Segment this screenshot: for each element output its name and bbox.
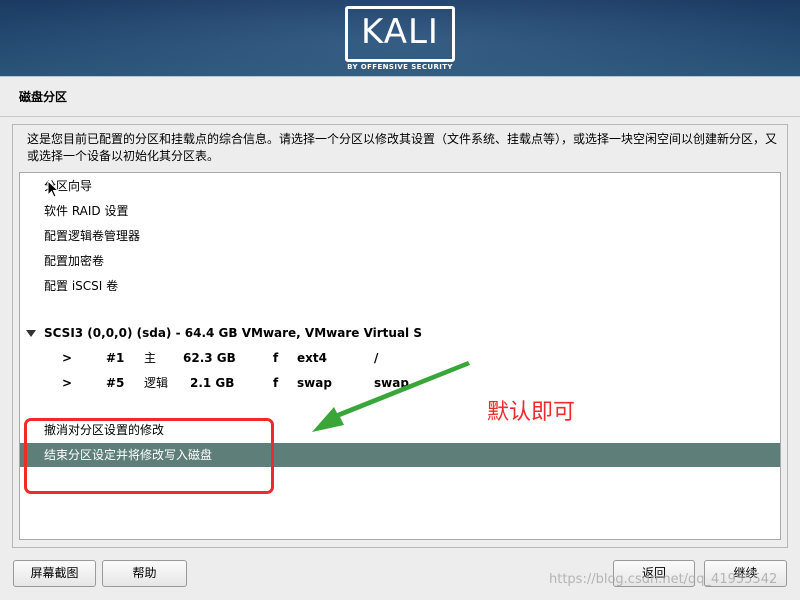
mouse-cursor-icon <box>47 180 59 198</box>
partition-flag: f <box>273 351 279 365</box>
menu-item-encrypted-volumes[interactable]: 配置加密卷 <box>20 249 780 273</box>
disk-label: SCSI3 (0,0,0) (sda) - 64.4 GB VMware, VM… <box>44 326 422 340</box>
screenshot-button[interactable]: 屏幕截图 <box>13 560 96 587</box>
logo-text: KALI <box>361 12 439 52</box>
partition-size: 62.3 GB <box>183 351 236 365</box>
partition-number: #5 <box>106 376 125 390</box>
partition-flag: f <box>273 376 279 390</box>
watermark: https://blog.csdn.net/qq_41955542 <box>549 572 778 587</box>
banner-divider <box>0 76 800 77</box>
kali-banner: KALI BY OFFENSIVE SECURITY <box>0 0 800 76</box>
menu-item-lvm[interactable]: 配置逻辑卷管理器 <box>20 224 780 248</box>
menu-item-label: 软件 RAID 设置 <box>44 204 129 218</box>
menu-item-iscsi[interactable]: 配置 iSCSI 卷 <box>20 274 780 298</box>
partition-marker: > <box>62 351 73 365</box>
kali-logo: KALI <box>345 6 455 62</box>
help-button[interactable]: 帮助 <box>102 560 187 587</box>
partition-marker: > <box>62 376 73 390</box>
menu-item-label: 配置加密卷 <box>44 254 105 268</box>
page-description: 这是您目前已配置的分区和挂载点的综合信息。请选择一个分区以修改其设置（文件系统、… <box>27 132 778 163</box>
annotation-text: 默认即可 <box>487 400 576 425</box>
menu-item-label: 配置逻辑卷管理器 <box>44 229 141 243</box>
disk-row-sda[interactable]: SCSI3 (0,0,0) (sda) - 64.4 GB VMware, VM… <box>20 321 780 345</box>
partition-type: 逻辑 <box>144 376 169 390</box>
title-divider <box>0 116 800 117</box>
partition-number: #1 <box>106 351 125 365</box>
logo-subtitle: BY OFFENSIVE SECURITY <box>347 63 453 71</box>
page-title: 磁盘分区 <box>19 90 68 104</box>
expand-triangle-icon[interactable] <box>26 330 36 337</box>
partition-size: 2.1 GB <box>190 376 235 390</box>
menu-item-guided-partitioning[interactable]: 分区向导 <box>20 174 780 198</box>
menu-item-software-raid[interactable]: 软件 RAID 设置 <box>20 199 780 223</box>
annotation-arrow-icon <box>312 361 470 432</box>
annotation-highlight-box <box>24 418 274 494</box>
menu-item-label: 配置 iSCSI 卷 <box>44 279 119 293</box>
partition-type: 主 <box>144 351 157 365</box>
